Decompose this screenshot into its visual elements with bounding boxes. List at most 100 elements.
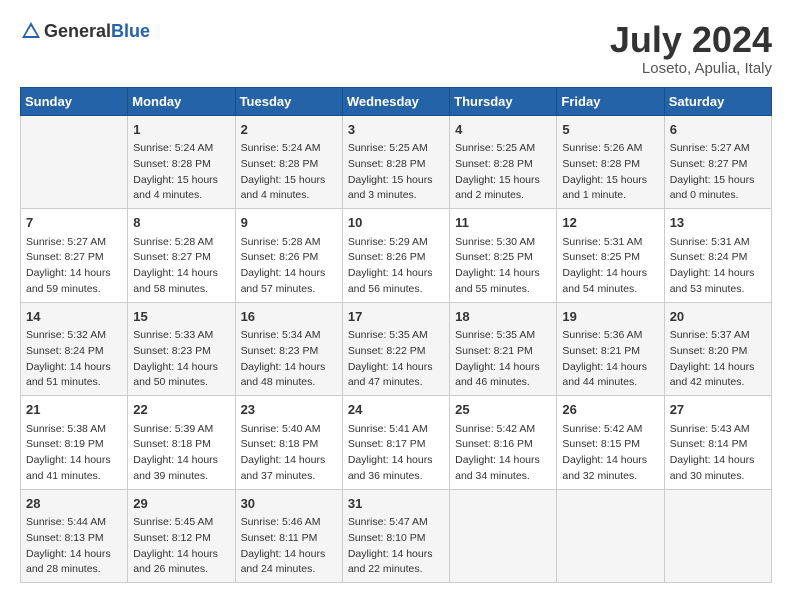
calendar-cell [450,489,557,583]
calendar-cell: 22Sunrise: 5:39 AM Sunset: 8:18 PM Dayli… [128,396,235,490]
calendar-cell: 18Sunrise: 5:35 AM Sunset: 8:21 PM Dayli… [450,302,557,396]
day-info: Sunrise: 5:24 AM Sunset: 8:28 PM Dayligh… [241,141,337,204]
day-info: Sunrise: 5:28 AM Sunset: 8:26 PM Dayligh… [241,235,337,298]
calendar-cell: 13Sunrise: 5:31 AM Sunset: 8:24 PM Dayli… [664,209,771,303]
day-info: Sunrise: 5:26 AM Sunset: 8:28 PM Dayligh… [562,141,658,204]
day-header-thursday: Thursday [450,87,557,115]
day-header-tuesday: Tuesday [235,87,342,115]
day-number: 15 [133,307,229,327]
calendar-cell: 5Sunrise: 5:26 AM Sunset: 8:28 PM Daylig… [557,115,664,209]
logo-general-text: General [44,21,111,41]
day-info: Sunrise: 5:35 AM Sunset: 8:21 PM Dayligh… [455,328,551,391]
calendar-week-row: 7Sunrise: 5:27 AM Sunset: 8:27 PM Daylig… [21,209,772,303]
day-number: 27 [670,400,766,420]
calendar-cell: 1Sunrise: 5:24 AM Sunset: 8:28 PM Daylig… [128,115,235,209]
calendar-week-row: 1Sunrise: 5:24 AM Sunset: 8:28 PM Daylig… [21,115,772,209]
day-number: 25 [455,400,551,420]
day-number: 3 [348,120,444,140]
calendar-cell: 4Sunrise: 5:25 AM Sunset: 8:28 PM Daylig… [450,115,557,209]
day-info: Sunrise: 5:47 AM Sunset: 8:10 PM Dayligh… [348,515,444,578]
calendar-cell: 9Sunrise: 5:28 AM Sunset: 8:26 PM Daylig… [235,209,342,303]
day-header-sunday: Sunday [21,87,128,115]
day-header-saturday: Saturday [664,87,771,115]
day-header-friday: Friday [557,87,664,115]
calendar-cell: 25Sunrise: 5:42 AM Sunset: 8:16 PM Dayli… [450,396,557,490]
calendar-cell: 30Sunrise: 5:46 AM Sunset: 8:11 PM Dayli… [235,489,342,583]
calendar-cell [21,115,128,209]
day-number: 17 [348,307,444,327]
day-number: 21 [26,400,122,420]
day-number: 6 [670,120,766,140]
day-number: 22 [133,400,229,420]
day-info: Sunrise: 5:41 AM Sunset: 8:17 PM Dayligh… [348,422,444,485]
day-number: 13 [670,213,766,233]
calendar-cell: 24Sunrise: 5:41 AM Sunset: 8:17 PM Dayli… [342,396,449,490]
day-number: 5 [562,120,658,140]
day-info: Sunrise: 5:29 AM Sunset: 8:26 PM Dayligh… [348,235,444,298]
day-header-monday: Monday [128,87,235,115]
day-number: 1 [133,120,229,140]
calendar-cell: 12Sunrise: 5:31 AM Sunset: 8:25 PM Dayli… [557,209,664,303]
day-number: 24 [348,400,444,420]
days-header-row: SundayMondayTuesdayWednesdayThursdayFrid… [21,87,772,115]
day-number: 8 [133,213,229,233]
day-info: Sunrise: 5:28 AM Sunset: 8:27 PM Dayligh… [133,235,229,298]
calendar-cell: 26Sunrise: 5:42 AM Sunset: 8:15 PM Dayli… [557,396,664,490]
day-info: Sunrise: 5:30 AM Sunset: 8:25 PM Dayligh… [455,235,551,298]
calendar-table: SundayMondayTuesdayWednesdayThursdayFrid… [20,87,772,584]
page-header: GeneralBlue July 2024 Loseto, Apulia, It… [20,20,772,77]
day-info: Sunrise: 5:45 AM Sunset: 8:12 PM Dayligh… [133,515,229,578]
day-number: 26 [562,400,658,420]
calendar-cell: 8Sunrise: 5:28 AM Sunset: 8:27 PM Daylig… [128,209,235,303]
logo-icon [20,20,42,42]
calendar-week-row: 14Sunrise: 5:32 AM Sunset: 8:24 PM Dayli… [21,302,772,396]
day-info: Sunrise: 5:42 AM Sunset: 8:16 PM Dayligh… [455,422,551,485]
day-info: Sunrise: 5:24 AM Sunset: 8:28 PM Dayligh… [133,141,229,204]
calendar-week-row: 28Sunrise: 5:44 AM Sunset: 8:13 PM Dayli… [21,489,772,583]
calendar-cell: 19Sunrise: 5:36 AM Sunset: 8:21 PM Dayli… [557,302,664,396]
calendar-cell: 21Sunrise: 5:38 AM Sunset: 8:19 PM Dayli… [21,396,128,490]
day-info: Sunrise: 5:44 AM Sunset: 8:13 PM Dayligh… [26,515,122,578]
calendar-cell: 6Sunrise: 5:27 AM Sunset: 8:27 PM Daylig… [664,115,771,209]
day-number: 29 [133,494,229,514]
logo: GeneralBlue [20,20,150,42]
day-number: 31 [348,494,444,514]
day-info: Sunrise: 5:40 AM Sunset: 8:18 PM Dayligh… [241,422,337,485]
day-info: Sunrise: 5:43 AM Sunset: 8:14 PM Dayligh… [670,422,766,485]
calendar-cell: 20Sunrise: 5:37 AM Sunset: 8:20 PM Dayli… [664,302,771,396]
day-number: 12 [562,213,658,233]
calendar-cell: 11Sunrise: 5:30 AM Sunset: 8:25 PM Dayli… [450,209,557,303]
day-info: Sunrise: 5:35 AM Sunset: 8:22 PM Dayligh… [348,328,444,391]
calendar-week-row: 21Sunrise: 5:38 AM Sunset: 8:19 PM Dayli… [21,396,772,490]
day-number: 19 [562,307,658,327]
day-number: 14 [26,307,122,327]
day-number: 10 [348,213,444,233]
calendar-cell: 7Sunrise: 5:27 AM Sunset: 8:27 PM Daylig… [21,209,128,303]
day-info: Sunrise: 5:38 AM Sunset: 8:19 PM Dayligh… [26,422,122,485]
day-info: Sunrise: 5:33 AM Sunset: 8:23 PM Dayligh… [133,328,229,391]
day-info: Sunrise: 5:32 AM Sunset: 8:24 PM Dayligh… [26,328,122,391]
day-number: 4 [455,120,551,140]
calendar-cell: 14Sunrise: 5:32 AM Sunset: 8:24 PM Dayli… [21,302,128,396]
calendar-cell: 23Sunrise: 5:40 AM Sunset: 8:18 PM Dayli… [235,396,342,490]
month-title: July 2024 [610,20,772,60]
day-info: Sunrise: 5:27 AM Sunset: 8:27 PM Dayligh… [26,235,122,298]
logo-blue-text: Blue [111,21,150,41]
calendar-cell: 2Sunrise: 5:24 AM Sunset: 8:28 PM Daylig… [235,115,342,209]
day-number: 18 [455,307,551,327]
day-info: Sunrise: 5:36 AM Sunset: 8:21 PM Dayligh… [562,328,658,391]
day-number: 2 [241,120,337,140]
day-number: 16 [241,307,337,327]
day-number: 20 [670,307,766,327]
calendar-cell: 3Sunrise: 5:25 AM Sunset: 8:28 PM Daylig… [342,115,449,209]
day-number: 28 [26,494,122,514]
calendar-cell [557,489,664,583]
day-info: Sunrise: 5:46 AM Sunset: 8:11 PM Dayligh… [241,515,337,578]
calendar-cell: 15Sunrise: 5:33 AM Sunset: 8:23 PM Dayli… [128,302,235,396]
day-info: Sunrise: 5:31 AM Sunset: 8:25 PM Dayligh… [562,235,658,298]
calendar-cell: 29Sunrise: 5:45 AM Sunset: 8:12 PM Dayli… [128,489,235,583]
day-info: Sunrise: 5:27 AM Sunset: 8:27 PM Dayligh… [670,141,766,204]
calendar-cell: 28Sunrise: 5:44 AM Sunset: 8:13 PM Dayli… [21,489,128,583]
calendar-cell: 10Sunrise: 5:29 AM Sunset: 8:26 PM Dayli… [342,209,449,303]
day-info: Sunrise: 5:39 AM Sunset: 8:18 PM Dayligh… [133,422,229,485]
